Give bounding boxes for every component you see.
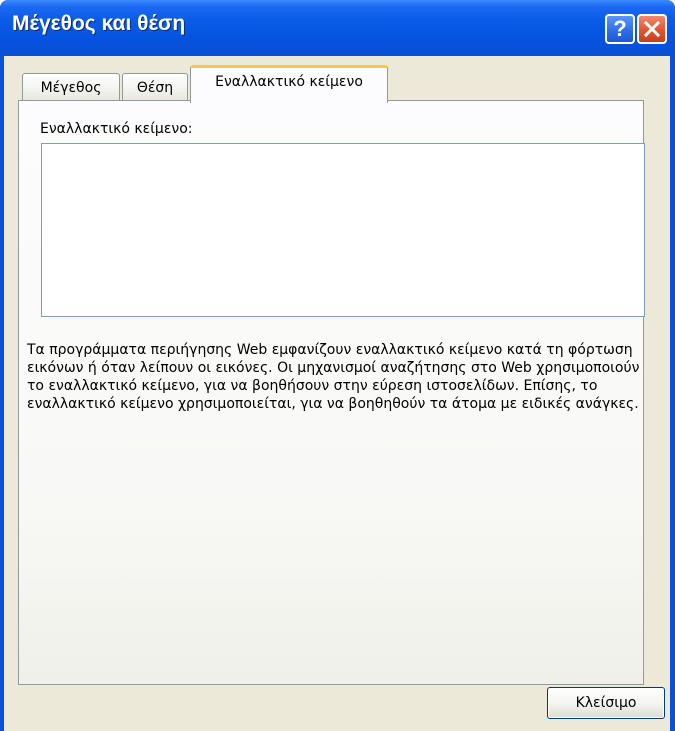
alt-text-input[interactable]: [41, 143, 645, 317]
help-button[interactable]: ?: [605, 14, 635, 44]
close-button[interactable]: Κλείσιμο: [547, 687, 665, 719]
tab-panel-alt-text: Εναλλακτικό κείμενο: Τα προγράμματα περι…: [18, 100, 645, 685]
help-icon: ?: [613, 16, 627, 41]
close-icon: [644, 21, 660, 37]
alt-text-description: Τα προγράμματα περιήγησης Web εμφανίζουν…: [27, 342, 640, 412]
dialog-body: Μέγεθος Θέση Εναλλακτικό κείμενο Εναλλακ…: [4, 56, 670, 731]
tab-alt-text[interactable]: Εναλλακτικό κείμενο: [190, 65, 388, 103]
dialog-title: Μέγεθος και θέση: [12, 12, 186, 35]
tab-position[interactable]: Θέση: [122, 73, 188, 101]
tab-size[interactable]: Μέγεθος: [22, 73, 120, 101]
close-window-button[interactable]: [637, 14, 667, 44]
alt-text-label: Εναλλακτικό κείμενο:: [40, 121, 193, 137]
title-bar[interactable]: Μέγεθος και θέση ?: [0, 0, 675, 56]
dialog-window: Μέγεθος και θέση ? Μέγεθος Θέση Εναλλακτ…: [0, 0, 675, 731]
